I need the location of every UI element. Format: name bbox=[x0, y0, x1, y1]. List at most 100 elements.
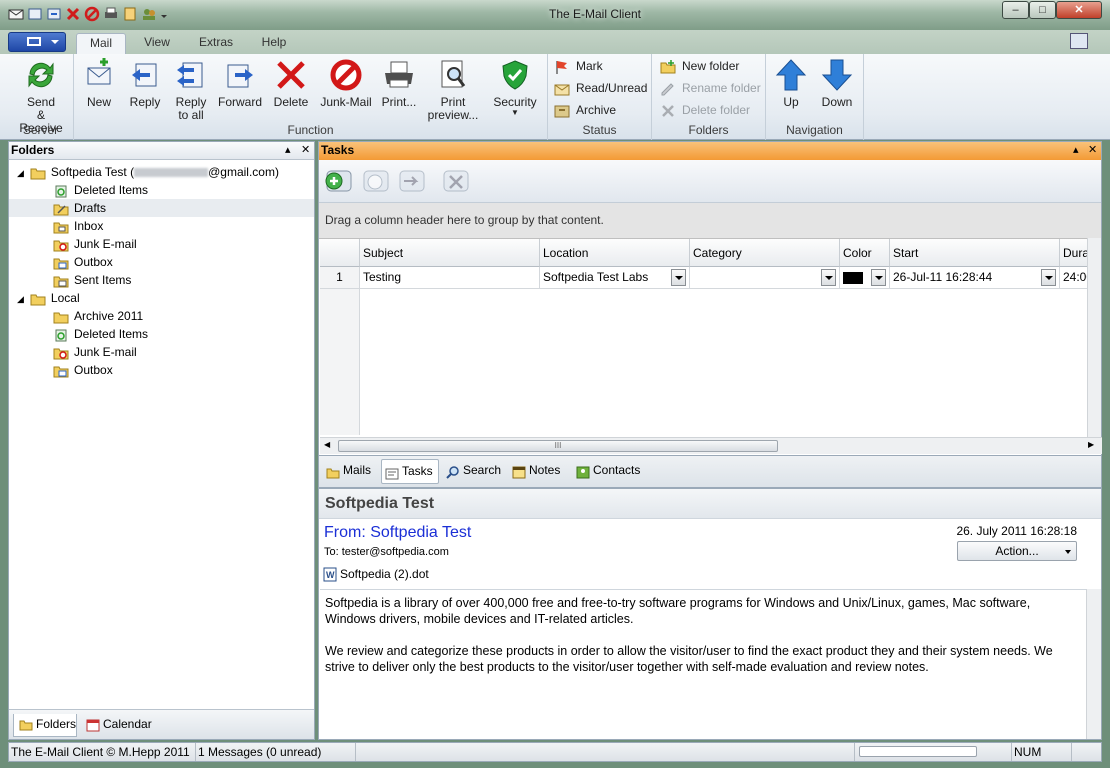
maximize-button[interactable]: □ bbox=[1029, 1, 1056, 19]
cell-category[interactable] bbox=[690, 267, 840, 289]
tree-item-sent-items[interactable]: Sent Items bbox=[53, 271, 131, 289]
panel-close-icon[interactable]: ✕ bbox=[301, 142, 310, 159]
start-dropdown-icon[interactable] bbox=[1041, 269, 1056, 286]
read-unread-label: Read/Unread bbox=[576, 81, 648, 95]
folders-panel-title: Folders bbox=[11, 143, 55, 157]
delete-folder-icon bbox=[660, 103, 676, 119]
pin-icon[interactable]: ▴ bbox=[285, 142, 291, 159]
archive-label: Archive bbox=[576, 103, 617, 117]
recycle-bin-icon bbox=[53, 184, 69, 198]
tree-item-drafts[interactable]: Drafts bbox=[9, 199, 314, 217]
tab-mail[interactable]: Mail bbox=[76, 33, 126, 54]
expand-arrow-icon[interactable]: ◢ bbox=[17, 168, 24, 178]
tree-item-local-deleted-items[interactable]: Deleted Items bbox=[53, 325, 148, 343]
cell-start[interactable]: 26-Jul-11 16:28:44 bbox=[890, 267, 1060, 289]
action-dropdown[interactable]: Action... bbox=[957, 541, 1077, 561]
folder-icon bbox=[53, 310, 69, 324]
scroll-thumb[interactable]: III bbox=[338, 440, 778, 452]
tree-item-junk-email[interactable]: Junk E-mail bbox=[53, 235, 137, 253]
row-header-gutter bbox=[320, 289, 360, 435]
tab-tasks[interactable]: Tasks bbox=[381, 459, 439, 484]
tab-search[interactable]: Search bbox=[443, 459, 505, 484]
outbox-folder-icon bbox=[53, 364, 69, 378]
tab-folders-label: Folders bbox=[36, 717, 77, 731]
add-task-icon[interactable] bbox=[322, 166, 354, 199]
delete-folder-button[interactable]: Delete folder bbox=[660, 101, 750, 121]
tab-notes[interactable]: Notes bbox=[509, 459, 567, 484]
up-button[interactable]: Up bbox=[770, 58, 812, 109]
column-header-subject[interactable]: Subject bbox=[360, 239, 540, 267]
tab-mails[interactable]: Mails bbox=[323, 459, 379, 484]
location-dropdown-icon[interactable] bbox=[671, 269, 686, 286]
column-header-start[interactable]: Start bbox=[890, 239, 1060, 267]
resize-grip-icon[interactable] bbox=[1072, 743, 1101, 761]
preview-vertical-scrollbar[interactable] bbox=[1086, 589, 1101, 739]
tab-help[interactable]: Help bbox=[252, 33, 296, 54]
security-dropdown-icon: ▼ bbox=[511, 108, 519, 117]
tab-contacts[interactable]: Contacts bbox=[573, 459, 649, 484]
close-button[interactable]: ✕ bbox=[1056, 1, 1102, 19]
tree-item-local-outbox[interactable]: Outbox bbox=[53, 361, 113, 379]
edit-task-icon[interactable] bbox=[359, 166, 391, 199]
app-menu-button[interactable] bbox=[8, 32, 66, 52]
ribbon-options-icon[interactable] bbox=[1070, 33, 1088, 49]
cell-duration[interactable]: 24:00 bbox=[1060, 267, 1088, 289]
tree-item-inbox[interactable]: Inbox bbox=[53, 217, 103, 235]
forward-task-icon[interactable] bbox=[395, 166, 427, 199]
scroll-left-icon[interactable]: ◀ bbox=[324, 440, 330, 449]
expand-arrow-icon[interactable]: ◢ bbox=[17, 294, 24, 304]
cell-subject[interactable]: Testing bbox=[360, 267, 540, 289]
rename-folder-label: Rename folder bbox=[682, 81, 761, 95]
forward-button[interactable]: Forward bbox=[214, 58, 266, 109]
print-button[interactable]: Print... bbox=[376, 58, 422, 109]
new-button[interactable]: New bbox=[76, 58, 122, 109]
column-header-duration[interactable]: Dura bbox=[1060, 239, 1088, 267]
tree-item-archive-2011[interactable]: Archive 2011 bbox=[53, 307, 143, 325]
left-bottom-tabs: Folders Calendar bbox=[9, 709, 314, 739]
junk-mail-button[interactable]: Junk-Mail bbox=[318, 58, 374, 109]
message-body: Softpedia is a library of over 400,000 f… bbox=[320, 589, 1086, 739]
read-unread-button[interactable]: Read/Unread bbox=[554, 79, 647, 99]
minimize-button[interactable]: – bbox=[1002, 1, 1029, 19]
mark-button[interactable]: Mark bbox=[554, 57, 603, 77]
new-folder-label: New folder bbox=[682, 59, 740, 73]
tree-local[interactable]: ◢ Local bbox=[17, 289, 80, 307]
account-name-suffix: @gmail.com) bbox=[208, 165, 279, 179]
scroll-right-icon[interactable]: ▶ bbox=[1088, 440, 1094, 449]
reply-button[interactable]: Reply bbox=[122, 58, 168, 109]
column-header-color[interactable]: Color bbox=[840, 239, 890, 267]
cell-location[interactable]: Softpedia Test Labs bbox=[540, 267, 690, 289]
security-button[interactable]: Security ▼ bbox=[488, 58, 542, 117]
color-dropdown-icon[interactable] bbox=[871, 269, 886, 286]
tree-item-outbox[interactable]: Outbox bbox=[53, 253, 113, 271]
tab-calendar[interactable]: Calendar bbox=[81, 714, 161, 737]
attachment[interactable]: W Softpedia (2).dot bbox=[323, 567, 429, 582]
tab-view[interactable]: View bbox=[134, 33, 180, 54]
window-title: The E-Mail Client bbox=[548, 7, 642, 21]
tab-extras[interactable]: Extras bbox=[192, 33, 240, 54]
new-folder-button[interactable]: New folder bbox=[660, 57, 739, 77]
tab-folders[interactable]: Folders bbox=[13, 714, 77, 737]
reply-all-button[interactable]: Reply to all bbox=[168, 58, 214, 122]
column-header-category[interactable]: Category bbox=[690, 239, 840, 267]
tab-notes-label: Notes bbox=[529, 463, 561, 477]
body-paragraph: Softpedia is a library of over 400,000 f… bbox=[325, 596, 1031, 626]
delete-task-icon[interactable] bbox=[439, 166, 471, 199]
delete-button[interactable]: Delete bbox=[268, 58, 314, 109]
tree-item-local-junk-email[interactable]: Junk E-mail bbox=[53, 343, 137, 361]
column-header-location[interactable]: Location bbox=[540, 239, 690, 267]
down-button[interactable]: Down bbox=[816, 58, 858, 109]
tree-account[interactable]: ◢ Softpedia Test (@gmail.com) bbox=[17, 163, 279, 181]
tree-item-deleted-items[interactable]: Deleted Items bbox=[53, 181, 148, 199]
pin-icon[interactable]: ▴ bbox=[1073, 142, 1079, 159]
archive-button[interactable]: Archive bbox=[554, 101, 616, 121]
cell-color[interactable] bbox=[840, 267, 890, 289]
tasks-vertical-scrollbar[interactable] bbox=[1087, 238, 1101, 437]
reply-all-icon bbox=[174, 58, 208, 92]
rename-folder-button[interactable]: Rename folder bbox=[660, 79, 761, 99]
category-dropdown-icon[interactable] bbox=[821, 269, 836, 286]
preview-from[interactable]: From: Softpedia Test bbox=[324, 524, 471, 542]
print-preview-button[interactable]: Print preview... bbox=[424, 58, 482, 122]
panel-close-icon[interactable]: ✕ bbox=[1088, 142, 1097, 159]
tasks-horizontal-scrollbar[interactable]: ◀ III ▶ bbox=[320, 437, 1102, 454]
